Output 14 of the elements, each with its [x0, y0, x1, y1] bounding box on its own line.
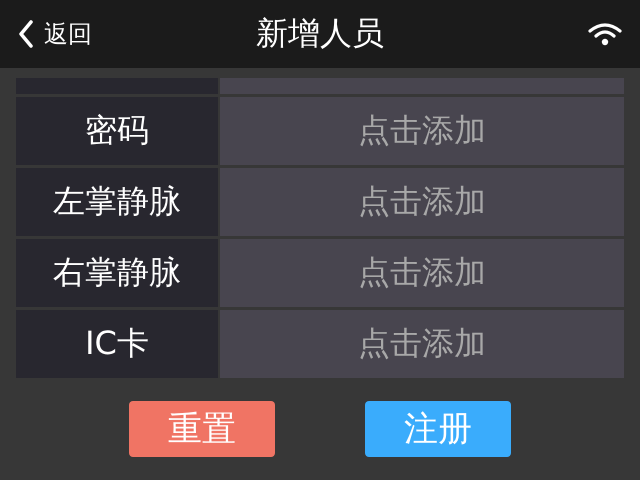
back-icon — [18, 20, 34, 48]
wifi-icon — [588, 22, 622, 46]
reset-button[interactable]: 重置 — [129, 401, 275, 457]
register-button[interactable]: 注册 — [365, 401, 511, 457]
field-label: 右掌静脉 — [16, 239, 218, 307]
add-field-button[interactable]: 点击添加 — [220, 168, 624, 236]
field-label: 密码 — [16, 97, 218, 165]
screen-title: 新增人员 — [256, 13, 384, 54]
add-field-button[interactable]: 点击添加 — [220, 310, 624, 378]
field-label: IC卡 — [16, 310, 218, 378]
add-field-button[interactable]: 点击添加 — [220, 239, 624, 307]
field-label: 左掌静脉 — [16, 168, 218, 236]
back-button[interactable]: 返回 — [0, 18, 92, 50]
add-field-button[interactable]: 点击添加 — [220, 97, 624, 165]
